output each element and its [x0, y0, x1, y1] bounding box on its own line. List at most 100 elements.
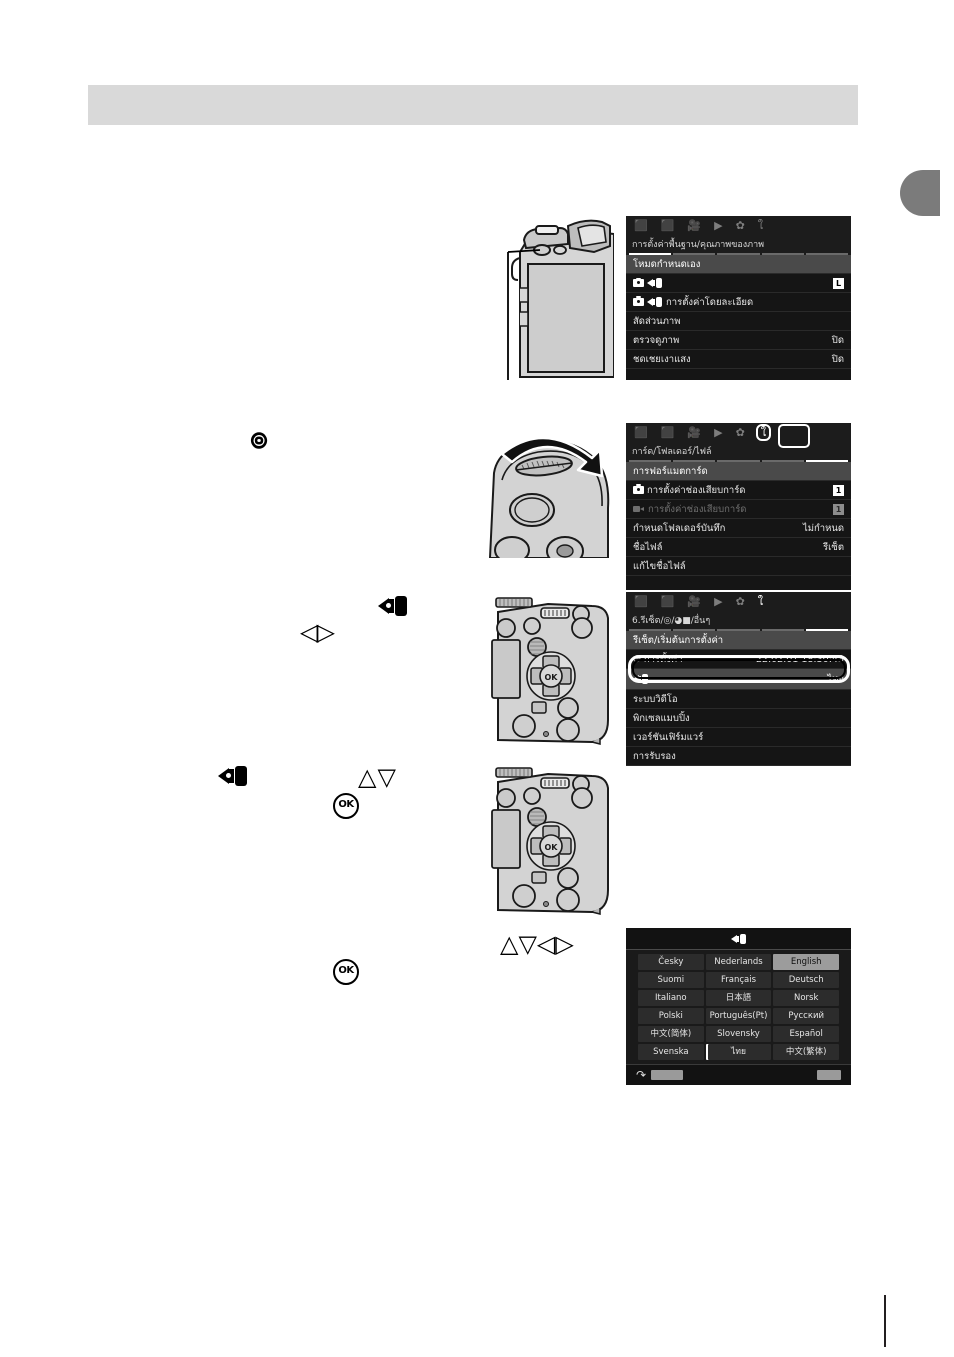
gear-icon[interactable]: ✿ — [736, 427, 745, 438]
menu-row[interactable]: ระบบวิดีโอ — [626, 690, 851, 709]
menu-row[interactable]: ชดเชยเงาแสง ปิด — [626, 350, 851, 369]
row-value: '22.02.01 18:30:43 — [753, 653, 844, 665]
menu2-filler — [626, 576, 851, 590]
ok-button-icon: OK — [333, 958, 359, 985]
language-grid-row: Svenska ไทย 中文(繁体) — [638, 1044, 840, 1060]
speaker-icon — [378, 595, 408, 621]
playback-icon[interactable]: ▶ — [714, 596, 722, 607]
back-arrow-icon[interactable]: ↶ — [636, 1068, 646, 1082]
menu-row[interactable]: แก้ไขชื่อไฟล์ — [626, 557, 851, 576]
language-selection-screen: Česky Nederlands English Suomi Français … — [626, 928, 851, 1085]
menu-row-language[interactable]: ไทย — [626, 669, 851, 690]
menu-row[interactable]: กำหนดโฟลเดอร์บันทึก ไม่กำหนด — [626, 519, 851, 538]
row-value: 1 — [833, 484, 844, 496]
language-grid-row: 中文(简体) Slovensky Español — [638, 1026, 840, 1042]
row-icon-group: การตั้งค่าช่องเสียบการ์ด — [633, 502, 746, 517]
gear-icon[interactable]: ✿ — [736, 220, 745, 231]
language-cell-espanol[interactable]: Español — [773, 1026, 840, 1042]
menu-row[interactable]: การตั้งค่าช่องเสียบการ์ด 1 — [626, 481, 851, 500]
language-cell-portugues[interactable]: Português(Pt) — [705, 1008, 772, 1024]
language-cell-japanese[interactable]: 日本語 — [705, 990, 772, 1006]
menu-row[interactable]: รีเซ็ต/เริ่มต้นการตั้งค่า — [626, 631, 851, 650]
manual-page: ๏ ◁▷ △▽ OK △▽◁▷ OK OK OK ⬛ ⬛ 🎥 ▶ ✿ ใ การ… — [0, 0, 954, 1357]
language-screen-title — [626, 928, 851, 950]
menu1-title: การตั้งค่าพื้นฐาน/คุณภาพของภาพ — [626, 235, 851, 252]
menu-row[interactable]: พิกเซลแมบปิ้ง — [626, 709, 851, 728]
playback-icon[interactable]: ▶ — [714, 220, 722, 231]
menu-row[interactable]: ชื่อไฟล์ รีเซ็ต — [626, 538, 851, 557]
language-cell-deutsch[interactable]: Deutsch — [773, 972, 840, 988]
language-cell-nederlands[interactable]: Nederlands — [705, 954, 772, 970]
menu1-filler — [626, 369, 851, 380]
movie-icon[interactable]: 🎥 — [687, 220, 701, 231]
menu-row[interactable]: การฟอร์แมตการ์ด — [626, 462, 851, 481]
ok-button-icon: OK — [333, 792, 359, 819]
menu-row: การตั้งค่าช่องเสียบการ์ด 1 — [626, 500, 851, 519]
language-cell-francais[interactable]: Français — [705, 972, 772, 988]
language-cell-chinese-simplified[interactable]: 中文(简体) — [638, 1026, 704, 1042]
language-cell-polski[interactable]: Polski — [638, 1008, 704, 1024]
language-cell-italiano[interactable]: Italiano — [638, 990, 704, 1006]
camera2-icon[interactable]: ⬛ — [661, 220, 675, 231]
slot-badge: 1 — [833, 503, 844, 515]
row-label: การฟอร์แมตการ์ด — [633, 465, 708, 477]
movie-icon[interactable]: 🎥 — [687, 596, 701, 607]
gear-icon[interactable]: ✿ — [736, 596, 745, 607]
camera-icon[interactable]: ⬛ — [634, 596, 648, 607]
speaker-icon — [647, 278, 663, 288]
row-value: ปิด — [831, 334, 844, 346]
language-cell-cesky[interactable]: Česky — [638, 954, 704, 970]
row-icon-group: ◷ การตั้งค่า — [633, 652, 683, 667]
language-cell-norsk[interactable]: Norsk — [773, 990, 840, 1006]
footer-left-group: ↶ — [636, 1068, 684, 1082]
menu-row[interactable]: เวอร์ชันเฟิร์มแวร์ — [626, 728, 851, 747]
row-label: การรับรอง — [633, 750, 676, 762]
row-label: การตั้งค่า — [643, 653, 683, 665]
movie-icon[interactable]: 🎥 — [687, 427, 701, 438]
language-cell-slovensky[interactable]: Slovensky — [705, 1026, 772, 1042]
camera2-icon[interactable]: ⬛ — [661, 596, 675, 607]
menu-row[interactable]: สัดส่วนภาพ — [626, 312, 851, 331]
row-label: แก้ไขชื่อไฟล์ — [633, 560, 686, 572]
menu2-tabbar: ⬛ ⬛ 🎥 ▶ ✿ ใ — [626, 423, 851, 442]
menu-row[interactable]: โหมดกำหนดเอง — [626, 255, 851, 274]
menu-row[interactable]: การรับรอง — [626, 747, 851, 766]
wrench-icon: ๏ — [250, 421, 269, 456]
quality-badge: L — [833, 277, 844, 289]
language-grid: Česky Nederlands English Suomi Français … — [626, 950, 851, 1064]
camera-icon[interactable]: ⬛ — [634, 427, 648, 438]
language-cell-suomi[interactable]: Suomi — [638, 972, 704, 988]
page-footer-rule — [884, 1295, 886, 1347]
language-cell-chinese-traditional[interactable]: 中文(繁体) — [773, 1044, 840, 1060]
wrench-icon[interactable]: ใ — [755, 424, 772, 441]
ok-button-label: OK — [333, 959, 359, 985]
row-icon-group — [633, 278, 666, 288]
menu-row[interactable]: ◷ การตั้งค่า '22.02.01 18:30:43 — [626, 650, 851, 669]
wrench-icon[interactable]: ใ — [758, 220, 763, 231]
row-label: การตั้งค่าช่องเสียบการ์ด — [647, 484, 746, 496]
menu-row[interactable]: L — [626, 274, 851, 293]
playback-icon[interactable]: ▶ — [714, 427, 722, 438]
ok-button-label: OK — [333, 793, 359, 819]
language-cell-svenska[interactable]: Svenska — [638, 1044, 704, 1060]
row-label: สัดส่วนภาพ — [633, 315, 681, 327]
camera-icon[interactable]: ⬛ — [634, 220, 648, 231]
section-edge-tab — [900, 170, 940, 216]
row-label: กำหนดโฟลเดอร์บันทึก — [633, 522, 726, 534]
svg-text:OK: OK — [545, 673, 559, 682]
menu-row[interactable]: การตั้งค่าโดยละเอียด — [626, 293, 851, 312]
speaker-icon — [633, 674, 649, 684]
camera2-icon[interactable]: ⬛ — [661, 427, 675, 438]
speaker-icon — [647, 297, 663, 307]
wrench-icon[interactable]: ใ — [758, 596, 763, 607]
language-cell-thai[interactable]: ไทย — [705, 1044, 772, 1060]
row-value: ไม่กำหนด — [802, 522, 844, 534]
language-cell-russian[interactable]: Русский — [773, 1008, 840, 1024]
menu2-title: การ์ด/โฟลเดอร์/ไฟล์ — [626, 442, 851, 459]
row-value: ปิด — [831, 353, 844, 365]
clock-icon: ◷ — [633, 654, 641, 664]
language-grid-row: Italiano 日本語 Norsk — [638, 990, 840, 1006]
language-cell-english[interactable]: English — [773, 954, 840, 970]
row-icon-group: การตั้งค่าโดยละเอียด — [633, 295, 753, 310]
menu-row[interactable]: ตรวจดูภาพ ปิด — [626, 331, 851, 350]
